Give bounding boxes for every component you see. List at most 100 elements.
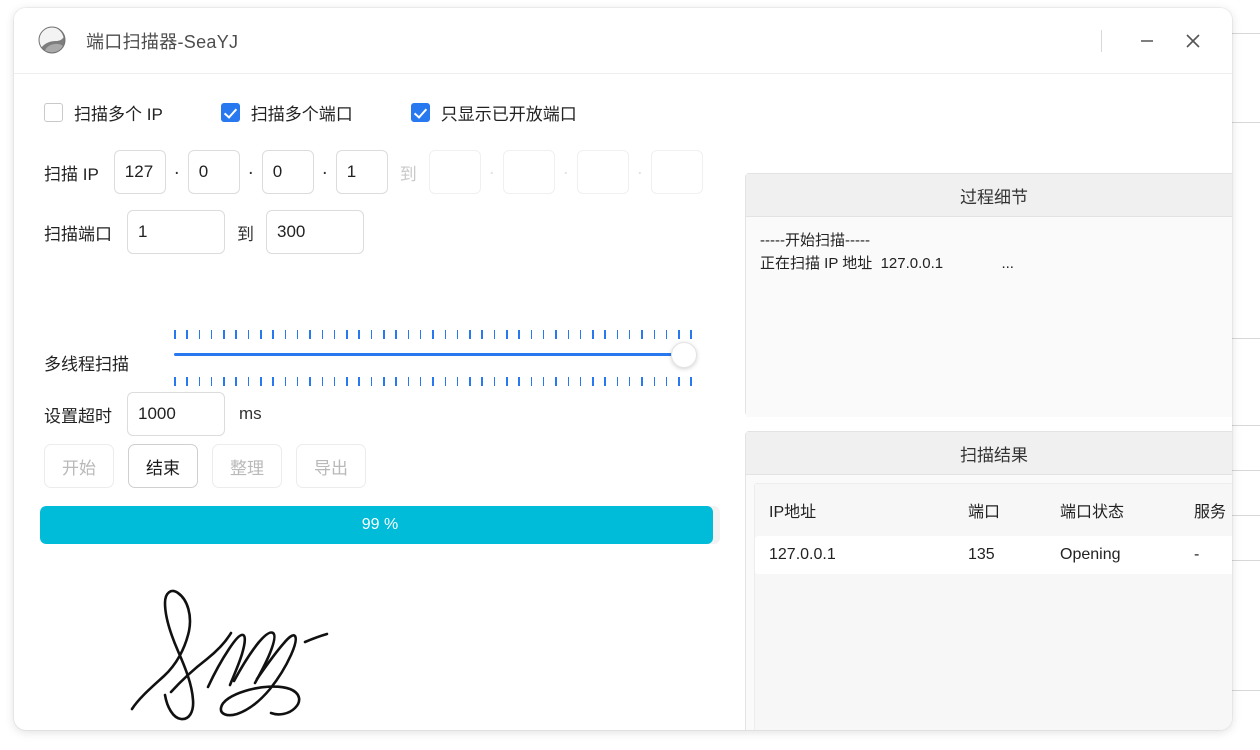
- thread-slider[interactable]: [174, 330, 697, 386]
- slider-ticks-top: [174, 330, 692, 339]
- background-line: [1232, 425, 1260, 426]
- slider-tick: [653, 330, 656, 339]
- slider-tick: [493, 330, 496, 339]
- slider-tick: [198, 377, 201, 386]
- slider-tick: [592, 330, 594, 339]
- slider-tick: [296, 377, 299, 386]
- ip-octet-1-input[interactable]: [113, 150, 166, 194]
- timeout-row: 设置超时 ms: [44, 392, 262, 436]
- background-line: [1232, 122, 1260, 123]
- organize-button[interactable]: 整理: [212, 444, 282, 488]
- slider-tick: [247, 377, 250, 386]
- slider-tick: [321, 330, 324, 339]
- timeout-input[interactable]: [127, 392, 225, 436]
- checkbox-box-checked[interactable]: [410, 103, 430, 122]
- process-details-log: -----开始扫描----- 正在扫描 IP 地址 127.0.0.1 ...: [746, 217, 1232, 417]
- slider-tick: [346, 377, 348, 386]
- close-button[interactable]: [1170, 21, 1216, 61]
- slider-tick: [493, 377, 496, 386]
- slider-tick: [358, 377, 360, 386]
- scan-results-title: 扫描结果: [746, 432, 1232, 475]
- slider-tick: [690, 377, 692, 386]
- minimize-button[interactable]: [1124, 21, 1170, 61]
- scan-progress-bar: 99 %: [40, 506, 720, 544]
- slider-tick: [223, 330, 225, 339]
- ip-octet-3-input[interactable]: [261, 150, 314, 194]
- checkbox-box-checked[interactable]: [220, 103, 240, 122]
- action-buttons: 开始 结束 整理 导出: [44, 444, 366, 488]
- slider-tick: [530, 377, 533, 386]
- column-header-service: 服务: [1180, 484, 1232, 536]
- slider-tick: [272, 377, 274, 386]
- slider-tick: [506, 330, 508, 339]
- slider-tick: [383, 330, 385, 339]
- slider-tick: [395, 377, 397, 386]
- slider-tick: [321, 377, 324, 386]
- slider-tick: [567, 330, 569, 339]
- slider-tick: [370, 377, 373, 386]
- checkbox-box-unchecked[interactable]: [44, 103, 63, 122]
- table-row[interactable]: 127.0.0.1 135 Opening -: [755, 536, 1232, 574]
- port-to-input[interactable]: [266, 210, 364, 254]
- slider-tick: [235, 377, 237, 386]
- scan-results-panel: 扫描结果 IP地址 端口 端口状态 服务 127.0.0.1 135 Openi…: [745, 431, 1232, 730]
- show-open-only-checkbox[interactable]: 只显示已开放端口: [410, 100, 577, 125]
- column-header-status: 端口状态: [1046, 484, 1180, 536]
- slider-tick: [296, 330, 299, 339]
- scan-multiple-ip-checkbox[interactable]: 扫描多个 IP: [44, 100, 163, 125]
- slider-tick: [260, 377, 262, 386]
- slider-tick: [542, 330, 545, 339]
- slider-tick: [333, 330, 336, 339]
- slider-tick: [419, 330, 422, 339]
- slider-tick: [628, 330, 631, 339]
- background-line: [1232, 338, 1260, 339]
- slider-tick: [678, 330, 680, 339]
- table-body: 127.0.0.1 135 Opening -: [755, 536, 1232, 574]
- slider-tick: [260, 330, 262, 339]
- slider-tick: [309, 330, 311, 339]
- timeout-unit-label: ms: [239, 404, 262, 423]
- slider-tick: [469, 377, 471, 386]
- slider-tick: [284, 377, 287, 386]
- scan-results-table-container[interactable]: IP地址 端口 端口状态 服务 127.0.0.1 135 Opening -: [754, 483, 1232, 730]
- export-button[interactable]: 导出: [296, 444, 366, 488]
- ip-end-octet-4-input: [650, 150, 703, 194]
- slider-tick: [579, 377, 582, 386]
- title-bar[interactable]: 端口扫描器-SeaYJ: [14, 8, 1232, 74]
- slider-tick: [542, 377, 545, 386]
- minimize-icon: [1141, 39, 1153, 42]
- slider-tick: [481, 377, 483, 386]
- slider-tick: [530, 330, 533, 339]
- stop-button[interactable]: 结束: [128, 444, 198, 488]
- background-line: [1232, 690, 1260, 691]
- slider-tick: [518, 377, 520, 386]
- slider-tick: [174, 377, 176, 386]
- scan-multiple-ports-checkbox[interactable]: 扫描多个端口: [220, 100, 353, 125]
- ip-range-to-label: 到: [399, 164, 417, 184]
- slider-tick: [604, 377, 606, 386]
- slider-tick: [579, 330, 582, 339]
- ip-separator: .: [563, 157, 569, 179]
- table-header: IP地址 端口 端口状态 服务: [755, 484, 1232, 536]
- ip-octet-2-input[interactable]: [187, 150, 240, 194]
- slider-tick: [444, 330, 447, 339]
- port-from-input[interactable]: [127, 210, 225, 254]
- slider-tick: [346, 330, 348, 339]
- scan-results-table: IP地址 端口 端口状态 服务 127.0.0.1 135 Opening -: [755, 484, 1232, 574]
- slider-tick: [247, 330, 250, 339]
- start-button[interactable]: 开始: [44, 444, 114, 488]
- slider-thumb[interactable]: [671, 342, 697, 368]
- background-line: [1232, 560, 1260, 561]
- ip-end-octet-3-input: [576, 150, 629, 194]
- process-details-title: 过程细节: [746, 174, 1232, 217]
- settings-panel: 扫描多个 IP 扫描多个端口 只显示已开放端口 扫描 IP . .: [14, 74, 729, 730]
- slider-tick: [272, 330, 274, 339]
- process-details-panel: 过程细节 -----开始扫描----- 正在扫描 IP 地址 127.0.0.1…: [745, 173, 1232, 417]
- slider-tick: [481, 330, 483, 339]
- background-line: [1232, 515, 1260, 516]
- slider-tick: [370, 330, 373, 339]
- slider-tick: [444, 377, 447, 386]
- application-window: 端口扫描器-SeaYJ 扫描多个 IP 扫描多个端口 只显示已开放端口 扫描 I…: [14, 8, 1232, 730]
- slider-tick: [690, 330, 692, 339]
- ip-octet-4-input[interactable]: [335, 150, 388, 194]
